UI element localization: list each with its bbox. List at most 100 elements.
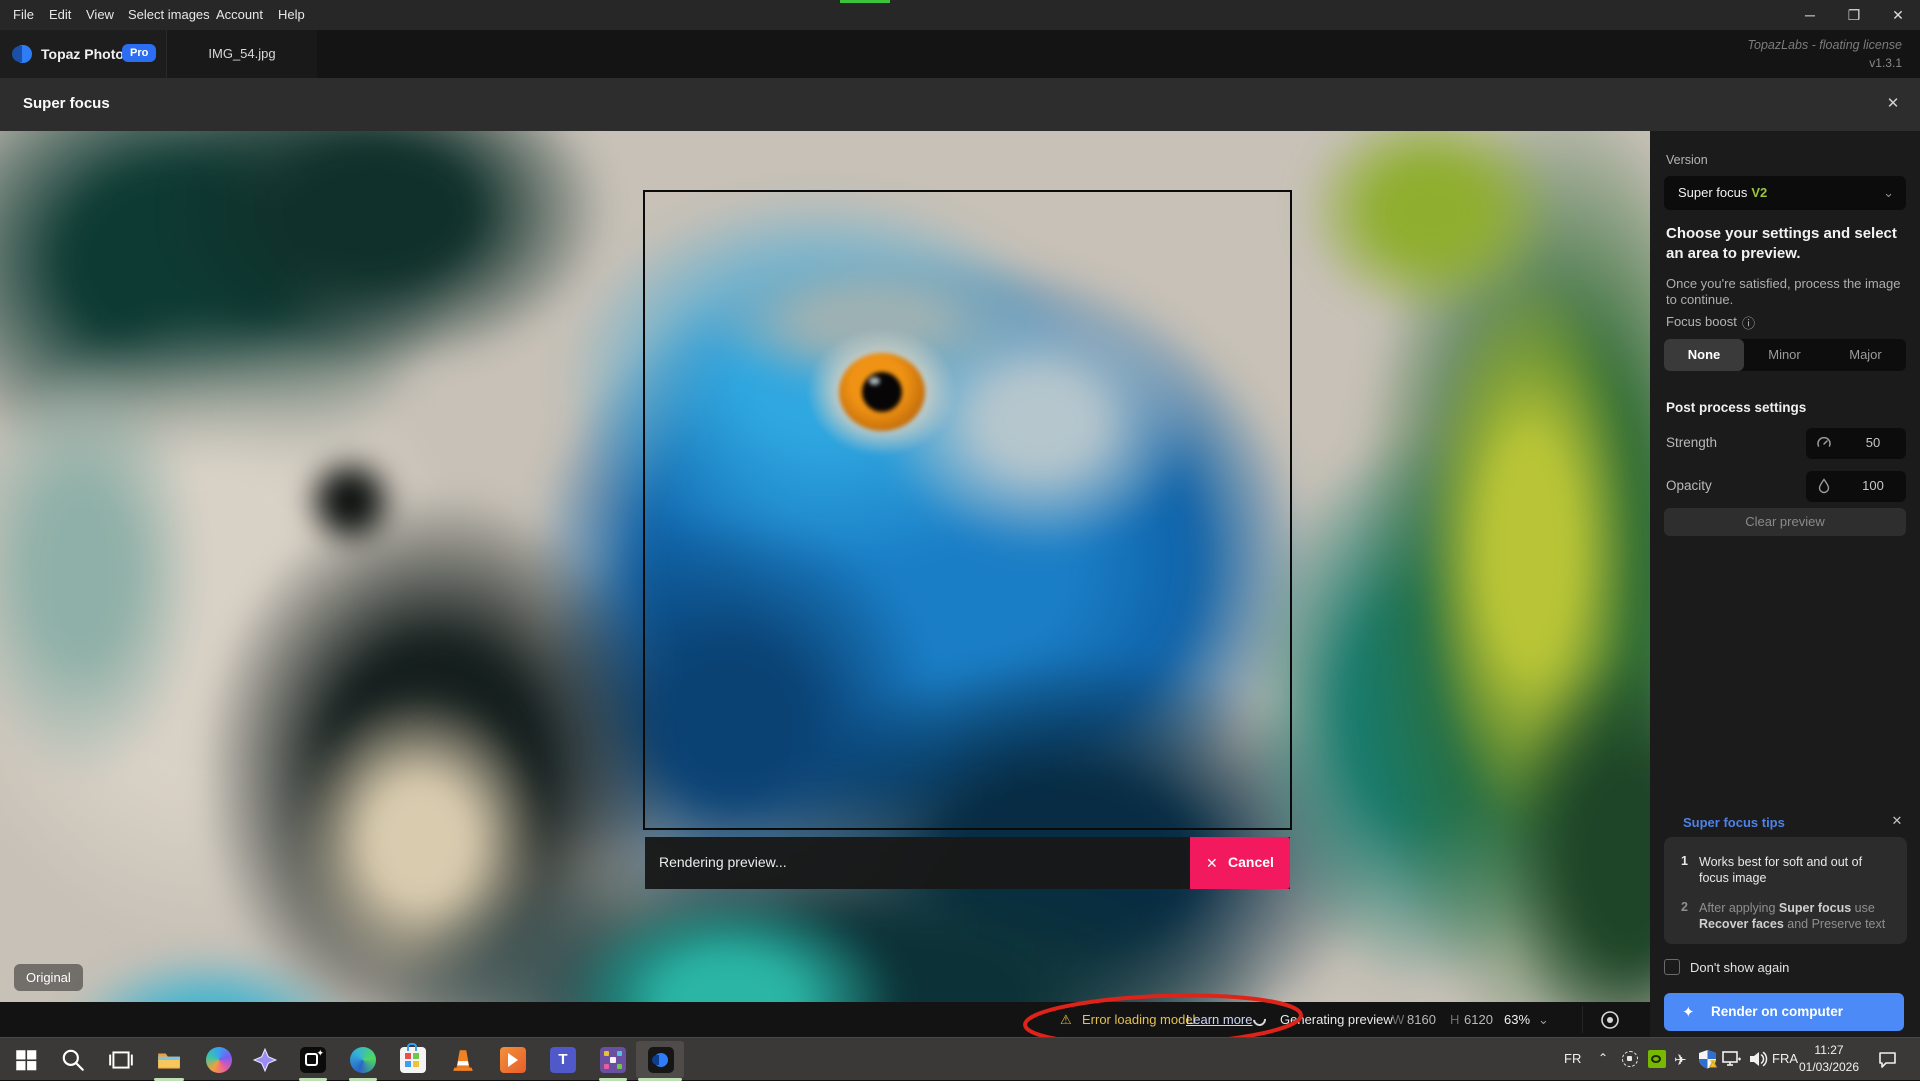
strength-value: 50 <box>1840 435 1906 450</box>
strength-input[interactable]: 50 <box>1806 428 1906 459</box>
warning-icon: ⚠ <box>1060 1012 1072 1028</box>
width-label: W <box>1392 1012 1404 1027</box>
width-value: 8160 <box>1407 1012 1436 1027</box>
version-value: Super focus <box>1678 185 1747 200</box>
language-short[interactable]: FR <box>1564 1051 1581 1066</box>
start-button-icon[interactable] <box>13 1047 39 1073</box>
settings-subheading: Once you're satisfied, process the image… <box>1666 276 1904 308</box>
chevron-down-icon: ⌄ <box>1883 176 1894 210</box>
tray-chevron-up-icon[interactable]: ⌃ <box>1598 1051 1608 1065</box>
volume-tray-icon[interactable] <box>1748 1050 1768 1068</box>
teams-icon[interactable]: T <box>550 1047 576 1073</box>
clock[interactable]: 11:27 01/03/2026 <box>1796 1042 1862 1076</box>
version-label: Version <box>1666 153 1708 167</box>
menu-view[interactable]: View <box>82 0 118 30</box>
menu-file[interactable]: File <box>9 0 38 30</box>
tip-2-number: 2 <box>1681 900 1693 914</box>
notifications-icon[interactable] <box>1878 1051 1897 1068</box>
progress-indicator-bar <box>840 0 890 3</box>
sparkles-icon: ✦ <box>1682 1003 1695 1021</box>
cancel-x-icon: ✕ <box>1206 855 1218 872</box>
vlc-icon[interactable] <box>450 1047 476 1073</box>
airplane-mode-icon[interactable]: ✈ <box>1674 1051 1687 1069</box>
nvidia-tray-icon[interactable] <box>1648 1050 1666 1068</box>
super-focus-header: Super focus ✕ <box>0 78 1920 131</box>
height-value: 6120 <box>1464 1012 1493 1027</box>
tip-1-number: 1 <box>1681 854 1693 868</box>
focus-boost-none[interactable]: None <box>1664 339 1744 371</box>
settings-heading: Choose your settings and select an area … <box>1666 224 1906 264</box>
tab-img-54[interactable]: IMG_54.jpg <box>167 30 317 78</box>
info-icon[interactable]: ⓘ <box>1742 313 1755 332</box>
menu-select-images[interactable]: Select images <box>124 0 214 30</box>
license-version: v1.3.1 <box>1869 56 1902 70</box>
clock-time: 11:27 <box>1796 1042 1862 1059</box>
image-canvas[interactable]: Rendering preview... ✕ Cancel Original <box>0 131 1650 1002</box>
dont-show-label: Don't show again <box>1690 960 1789 975</box>
license-text: TopazLabs - floating license <box>1748 38 1903 52</box>
search-icon[interactable] <box>60 1047 86 1073</box>
learn-more-link[interactable]: Learn more <box>1186 1012 1252 1027</box>
security-shield-icon[interactable] <box>1698 1049 1717 1069</box>
strength-label: Strength <box>1666 435 1717 450</box>
topaz-photo-taskbar-icon[interactable] <box>648 1047 674 1073</box>
statusbar-divider <box>1582 1006 1583 1033</box>
focus-boost-segmented-control: None Minor Major <box>1664 339 1906 371</box>
zoom-level[interactable]: 63% <box>1504 1012 1530 1027</box>
menu-help[interactable]: Help <box>274 0 309 30</box>
file-explorer-icon[interactable] <box>156 1047 182 1073</box>
tips-title: Super focus tips <box>1683 815 1785 830</box>
pro-badge: Pro <box>122 44 156 62</box>
opacity-input[interactable]: 100 <box>1806 471 1906 502</box>
close-button-icon[interactable]: ✕ <box>1876 0 1920 30</box>
focus-boost-label: Focus boost <box>1666 314 1737 329</box>
loading-spinner-icon <box>1250 1010 1268 1028</box>
opacity-value: 100 <box>1840 478 1906 493</box>
status-bar: ⚠ Error loading model Learn more Generat… <box>0 1002 1650 1037</box>
ai-snip-app-icon[interactable]: ✦ <box>300 1047 326 1073</box>
render-on-computer-button[interactable]: ✦ Render on computer <box>1664 993 1904 1031</box>
original-badge: Original <box>14 964 83 991</box>
microsoft-store-icon[interactable] <box>400 1047 426 1073</box>
page-title: Super focus <box>23 95 110 112</box>
topaz-logo-icon <box>14 45 32 63</box>
post-process-title: Post process settings <box>1666 400 1806 415</box>
windows-taskbar: ✦ T FR ⌃ ✈ <box>0 1037 1920 1080</box>
menu-edit[interactable]: Edit <box>45 0 75 30</box>
tips-close-icon[interactable]: ✕ <box>1888 812 1906 830</box>
minimize-button-icon[interactable]: ─ <box>1788 0 1832 30</box>
movies-app-icon[interactable] <box>500 1047 526 1073</box>
gauge-icon <box>1816 435 1832 451</box>
close-panel-icon[interactable]: ✕ <box>1882 93 1904 115</box>
focus-boost-minor[interactable]: Minor <box>1744 339 1825 371</box>
menu-account[interactable]: Account <box>212 0 267 30</box>
cancel-button[interactable]: ✕ Cancel <box>1190 837 1290 889</box>
focus-boost-major[interactable]: Major <box>1825 339 1906 371</box>
language-code[interactable]: FRA <box>1772 1051 1798 1066</box>
zoom-chevron-icon[interactable]: ⌄ <box>1538 1012 1549 1028</box>
app-name: Topaz Photo <box>41 46 124 62</box>
tab-bar: Topaz Photo Pro IMG_54.jpg TopazLabs - f… <box>0 30 1920 78</box>
rendering-text: Rendering preview... <box>659 854 787 870</box>
preview-eye-icon[interactable] <box>1600 1010 1620 1030</box>
edge-browser-icon[interactable] <box>350 1047 376 1073</box>
generating-preview-text: Generating preview <box>1280 1012 1393 1027</box>
render-button-label: Render on computer <box>1711 1004 1843 1019</box>
screen-record-tray-icon[interactable] <box>1622 1051 1638 1067</box>
tip-2-text: After applying Super focus use Recover f… <box>1699 900 1891 932</box>
star-app-icon[interactable] <box>252 1047 278 1073</box>
preview-selection-rectangle[interactable] <box>643 190 1292 830</box>
network-tray-icon[interactable] <box>1722 1051 1742 1067</box>
version-dropdown[interactable]: Super focus V2 ⌄ <box>1664 176 1906 210</box>
version-tag: V2 <box>1751 185 1767 200</box>
clear-preview-button[interactable]: Clear preview <box>1664 508 1906 536</box>
restore-button-icon[interactable]: ❐ <box>1832 0 1876 30</box>
dont-show-checkbox[interactable] <box>1664 959 1680 975</box>
opacity-label: Opacity <box>1666 478 1712 493</box>
height-label: H <box>1450 1012 1459 1027</box>
task-view-icon[interactable] <box>108 1047 134 1073</box>
cancel-label: Cancel <box>1228 854 1274 870</box>
node-editor-app-icon[interactable] <box>600 1047 626 1073</box>
title-bar: File Edit View Select images Account Hel… <box>0 0 1920 30</box>
copilot-icon[interactable] <box>206 1047 232 1073</box>
